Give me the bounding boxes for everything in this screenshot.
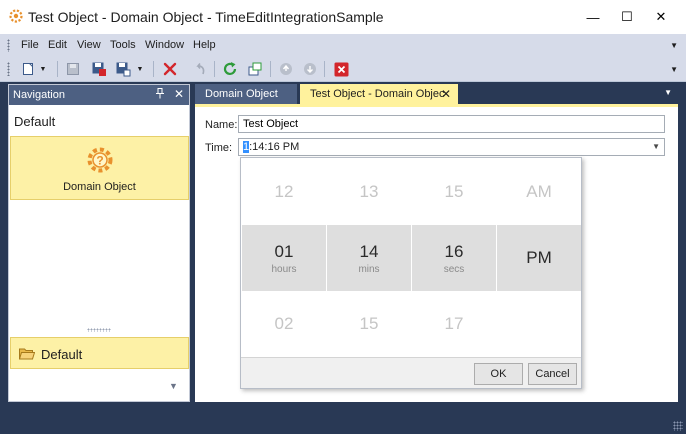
status-strip — [0, 402, 686, 434]
picker-minute-value: 14 — [359, 241, 379, 261]
tab-domain-object[interactable]: Domain Object — [195, 84, 297, 104]
new-window-icon[interactable] — [246, 60, 264, 78]
cancel-button[interactable]: Cancel — [528, 363, 577, 385]
close-window-button[interactable]: ✕ — [644, 0, 678, 34]
save-and-close-icon[interactable] — [90, 60, 108, 78]
save-and-new-icon[interactable] — [114, 60, 132, 78]
toolbar: ▼ ▼ ▼ — [0, 56, 686, 82]
menu-help[interactable]: Help — [193, 39, 216, 51]
toolbar-separator — [214, 61, 215, 77]
new-icon[interactable] — [19, 60, 37, 78]
time-label: Time: — [205, 142, 233, 154]
folder-icon — [19, 348, 35, 360]
menu-overflow-icon[interactable]: ▼ — [670, 41, 678, 50]
tab-label: Domain Object — [205, 88, 278, 100]
picker-hour-selected[interactable]: 01 hours — [242, 225, 326, 291]
navigation-title: Navigation — [13, 89, 65, 101]
navigation-group-title: Default — [14, 114, 56, 129]
picker-second-value: 16 — [444, 241, 464, 261]
pin-icon[interactable] — [155, 88, 165, 102]
document-tab-strip: Domain Object Test Object - Domain Objec… — [195, 84, 678, 104]
name-field[interactable] — [238, 115, 665, 133]
toolbar-grip[interactable] — [7, 62, 10, 76]
navigation-expand-icon[interactable]: ▼ — [169, 381, 178, 391]
picker-second-prev[interactable]: 15 — [412, 159, 496, 225]
picker-ampm-selected[interactable]: PM — [497, 225, 581, 291]
ok-button[interactable]: OK — [474, 363, 523, 385]
tab-list-dropdown-icon[interactable]: ▼ — [664, 88, 672, 97]
app-gear-icon — [9, 9, 23, 23]
navigation-header: Navigation ✕ — [9, 85, 189, 105]
new-dropdown-icon[interactable]: ▼ — [38, 60, 48, 78]
time-picker-popup: 12 13 15 AM 01 hours 14 mins 16 secs PM … — [240, 157, 582, 389]
menu-bar: File Edit View Tools Window Help ▼ — [0, 34, 686, 56]
time-field-text: :14:16 PM — [249, 141, 300, 153]
title-bar: Test Object - Domain Object - TimeEditIn… — [0, 0, 686, 34]
navigation-panel: Navigation ✕ Default ? Domain Object Def… — [8, 84, 190, 402]
navigation-item-label: Domain Object — [63, 181, 136, 193]
tab-close-icon[interactable]: ✕ — [441, 87, 451, 101]
toolbar-separator — [153, 61, 154, 77]
maximize-button[interactable]: ☐ — [610, 0, 644, 34]
navigation-splitter[interactable] — [9, 325, 189, 335]
picker-hour-value: 01 — [274, 241, 294, 261]
tab-test-object[interactable]: Test Object - Domain Objec ✕ — [300, 84, 458, 104]
window-title: Test Object - Domain Object - TimeEditIn… — [28, 9, 384, 25]
tab-label: Test Object - Domain Objec — [310, 88, 445, 100]
picker-hour-prev[interactable]: 12 — [242, 159, 326, 225]
menu-view[interactable]: View — [77, 39, 101, 51]
picker-second-unit: secs — [443, 263, 465, 275]
menu-file[interactable]: File — [21, 39, 39, 51]
domain-object-gear-icon: ? — [87, 147, 113, 173]
navigation-close-icon[interactable]: ✕ — [174, 87, 184, 101]
picker-second-selected[interactable]: 16 secs — [412, 225, 496, 291]
picker-minute-unit: mins — [358, 263, 380, 275]
close-icon[interactable] — [332, 60, 350, 78]
menu-window[interactable]: Window — [145, 39, 184, 51]
picker-minute-next[interactable]: 15 — [327, 291, 411, 357]
navigation-group-bar-label: Default — [41, 347, 83, 362]
toolbar-separator — [57, 61, 58, 77]
undo-icon — [191, 60, 209, 78]
minimize-button[interactable]: — — [576, 0, 610, 34]
picker-second-next[interactable]: 17 — [412, 291, 496, 357]
picker-hour-unit: hours — [271, 263, 297, 275]
save-dropdown-icon[interactable]: ▼ — [135, 60, 145, 78]
picker-hour-next[interactable]: 02 — [242, 291, 326, 357]
save-icon — [64, 60, 82, 78]
svg-text:?: ? — [96, 154, 103, 168]
refresh-icon[interactable] — [221, 60, 239, 78]
resize-grip-icon[interactable] — [673, 421, 683, 431]
picker-ampm-prev[interactable]: AM — [497, 159, 581, 225]
time-dropdown-icon[interactable]: ▼ — [652, 142, 660, 151]
next-icon — [301, 60, 319, 78]
navigation-item-domain-object[interactable]: ? Domain Object — [10, 136, 189, 200]
toolbar-overflow-icon[interactable]: ▼ — [670, 65, 678, 74]
toolbar-separator — [324, 61, 325, 77]
picker-minute-selected[interactable]: 14 mins — [327, 225, 411, 291]
delete-icon[interactable] — [161, 60, 179, 78]
navigation-group-bar-default[interactable]: Default — [10, 337, 189, 369]
time-field[interactable]: 1:14:16 PM ▼ — [238, 138, 665, 156]
toolbar-separator — [270, 61, 271, 77]
picker-ampm-value: PM — [526, 248, 552, 267]
menu-grip[interactable] — [7, 39, 10, 52]
name-label: Name: — [205, 119, 238, 131]
picker-minute-prev[interactable]: 13 — [327, 159, 411, 225]
previous-icon — [277, 60, 295, 78]
menu-edit[interactable]: Edit — [48, 39, 67, 51]
menu-tools[interactable]: Tools — [110, 39, 136, 51]
